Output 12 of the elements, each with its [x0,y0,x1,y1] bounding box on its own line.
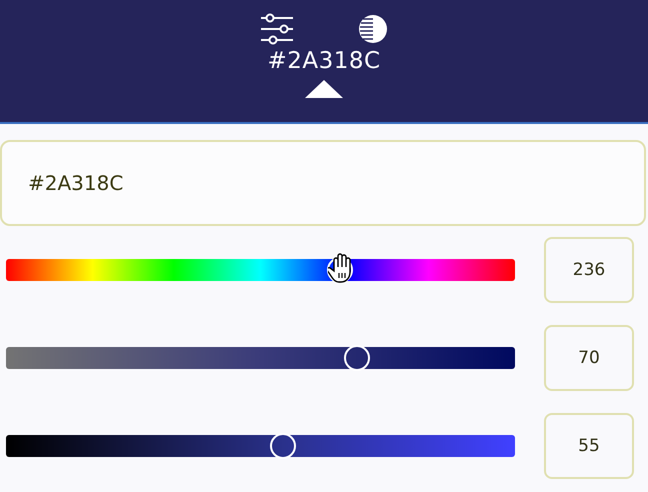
saturation-slider-track[interactable] [6,347,515,369]
lightness-slider-track[interactable] [6,435,515,457]
slider-thumb[interactable] [344,345,370,371]
value-field[interactable]: 70 [544,325,634,391]
value-field[interactable]: 236 [544,237,634,303]
value-field[interactable]: 55 [544,413,634,479]
slider-thumb[interactable] [270,433,296,459]
color-hex-title: #2A318C [267,48,381,74]
contrast-icon[interactable] [358,14,388,44]
hex-input-field[interactable]: #2A318C [0,140,646,226]
pointer-icon [304,79,344,99]
sliders-icon[interactable] [260,13,294,45]
